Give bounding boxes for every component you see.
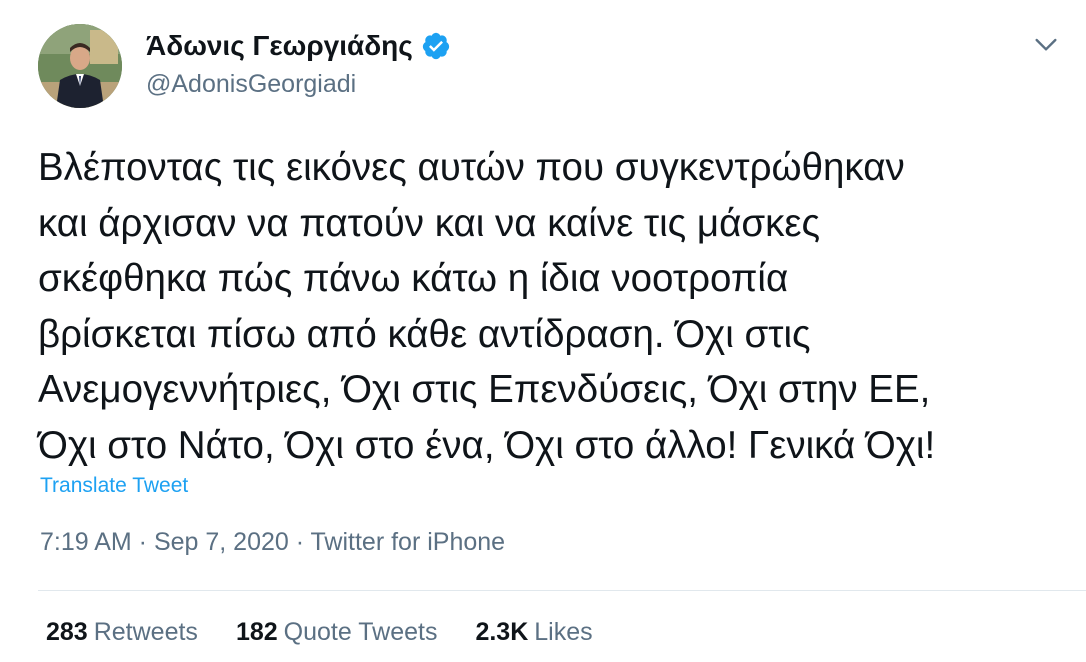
likes-stat[interactable]: 2.3K Likes — [475, 618, 592, 647]
more-options-button[interactable] — [1030, 28, 1062, 60]
chevron-down-icon — [1035, 38, 1057, 51]
verified-badge-icon — [422, 32, 449, 60]
tweet-text-line: Όχι στο Νάτο, Όχι στο ένα, Όχι στο άλλο!… — [38, 423, 936, 467]
divider — [38, 590, 1086, 591]
retweets-label: Retweets — [93, 618, 198, 646]
translate-tweet-link[interactable]: Translate Tweet — [40, 474, 188, 498]
quote-tweets-count: 182 — [235, 618, 278, 646]
tweet-text-line: σκέφθηκα πώς πάνω κάτω η ίδια νοοτροπία — [38, 257, 789, 301]
avatar-photo — [38, 24, 122, 108]
quote-tweets-stat[interactable]: 182 Quote Tweets — [236, 618, 438, 647]
tweet-text-line: Ανεμογεννήτριες, Όχι στις Επενδύσεις, Όχ… — [38, 368, 931, 412]
tweet-stats: 283 Retweets 182 Quote Tweets 2.3K Likes — [46, 618, 631, 647]
tweet-text-line: Βλέποντας τις εικόνες αυτών που συγκεντρ… — [38, 146, 905, 189]
avatar[interactable] — [38, 24, 122, 108]
author-name-text: Άδωνις Γεωργιάδης — [146, 30, 413, 61]
tweet-card: Άδωνις Γεωργιάδης @AdonisGeorgiadi Βλέπο… — [0, 0, 1086, 662]
likes-count: 2.3K — [475, 618, 529, 646]
retweets-stat[interactable]: 283 Retweets — [46, 618, 198, 647]
author-name[interactable]: Άδωνις Γεωργιάδης — [146, 30, 451, 62]
tweet-text: Βλέποντας τις εικόνες αυτών που συγκεντρ… — [38, 140, 1068, 474]
retweets-count: 283 — [46, 618, 88, 646]
quote-tweets-label: Quote Tweets — [283, 618, 438, 646]
author-handle[interactable]: @AdonisGeorgiadi — [146, 70, 356, 99]
likes-label: Likes — [534, 618, 593, 646]
tweet-meta: 7:19 AM · Sep 7, 2020 · Twitter for iPho… — [40, 528, 506, 556]
tweet-text-line: και άρχισαν να πατούν και να καίνε τις μ… — [38, 201, 821, 245]
tweet-text-line: βρίσκεται πίσω από κάθε αντίδραση. Όχι σ… — [38, 312, 811, 356]
